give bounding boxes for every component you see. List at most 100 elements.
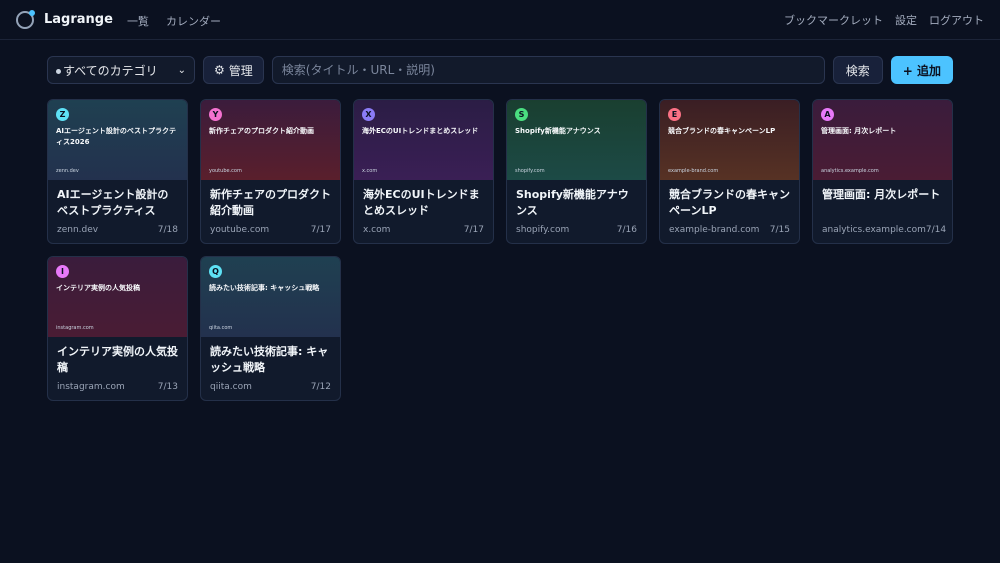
- bullet-icon: [56, 68, 61, 74]
- card-date: 7/15: [769, 225, 790, 235]
- nav-calendar-link[interactable]: カレンダー: [166, 15, 221, 28]
- user-nav: ブックマークレット 設定 ログアウト: [784, 12, 984, 28]
- logout-link[interactable]: ログアウト: [929, 12, 984, 28]
- card-body: 競合ブランドの春キャンペーンLP example-brand.com 7/15: [660, 180, 799, 242]
- card-body: 読みたい技術記事: キャッシュ戦略 qiita.com 7/12: [201, 337, 340, 399]
- card-body: AIエージェント設計のベストプラクティス2026 zenn.dev 7/18: [48, 180, 187, 242]
- card-date: 7/17: [310, 225, 331, 235]
- thumbnail-title: 競合ブランドの春キャンペーンLP: [668, 127, 776, 135]
- card-domain: x.com: [363, 225, 391, 235]
- card-title[interactable]: 競合ブランドの春キャンペーンLP: [669, 187, 790, 219]
- card-meta: youtube.com 7/17: [210, 225, 331, 235]
- bookmark-card[interactable]: I インテリア実例の人気投稿 instagram.com インテリア実例の人気投…: [47, 256, 188, 401]
- thumbnail-title: AIエージェント設計のベストプラクティス2026: [56, 127, 177, 146]
- card-thumbnail: I インテリア実例の人気投稿 instagram.com: [48, 257, 187, 337]
- card-date: 7/18: [157, 225, 178, 235]
- thumbnail-title: 読みたい技術記事: キャッシュ戦略: [209, 284, 320, 292]
- brand-name[interactable]: Lagrange: [44, 12, 113, 27]
- site-badge-icon: I: [56, 265, 69, 278]
- card-date: 7/14: [925, 225, 947, 235]
- card-meta: analytics.example.com 7/14: [822, 225, 947, 235]
- card-domain: example-brand.com: [669, 225, 760, 235]
- category-select[interactable]: すべてのカテゴリ ⌄: [47, 56, 195, 84]
- card-thumbnail: X 海外ECのUIトレンドまとめスレッド x.com: [354, 100, 493, 180]
- card-thumbnail: A 管理画面: 月次レポート analytics.example.com: [813, 100, 952, 180]
- site-badge-icon: E: [668, 108, 681, 121]
- card-title[interactable]: Shopify新機能アナウンス: [516, 187, 637, 219]
- thumbnail-domain: qiita.com: [209, 325, 233, 331]
- bookmark-card[interactable]: Z AIエージェント設計のベストプラクティス2026 zenn.dev AIエー…: [47, 99, 188, 244]
- card-domain: shopify.com: [516, 225, 570, 235]
- card-meta: zenn.dev 7/18: [57, 225, 178, 235]
- main-nav: 一覧 カレンダー: [127, 10, 233, 29]
- card-thumbnail: E 競合ブランドの春キャンペーンLP example-brand.com: [660, 100, 799, 180]
- manage-button[interactable]: ⚙ 管理: [203, 56, 264, 84]
- category-select-value: すべてのカテゴリ: [56, 62, 158, 79]
- top-navbar: Lagrange 一覧 カレンダー ブックマークレット 設定 ログアウト: [0, 0, 1000, 40]
- card-thumbnail: S Shopify新機能アナウンス shopify.com: [507, 100, 646, 180]
- bookmark-card[interactable]: A 管理画面: 月次レポート analytics.example.com 管理画…: [812, 99, 953, 244]
- card-domain: analytics.example.com: [822, 225, 926, 235]
- card-meta: example-brand.com 7/15: [669, 225, 790, 235]
- bookmark-card[interactable]: E 競合ブランドの春キャンペーンLP example-brand.com 競合ブ…: [659, 99, 800, 244]
- filter-toolbar: すべてのカテゴリ ⌄ ⚙ 管理 検索 + 追加: [47, 55, 953, 85]
- card-meta: instagram.com 7/13: [57, 382, 178, 392]
- card-date: 7/13: [157, 382, 178, 392]
- card-title[interactable]: 管理画面: 月次レポート: [822, 187, 943, 219]
- thumbnail-title: インテリア実例の人気投稿: [56, 284, 140, 292]
- bookmarklet-link[interactable]: ブックマークレット: [784, 12, 883, 28]
- gear-icon: ⚙: [214, 63, 225, 77]
- bookmark-card[interactable]: Q 読みたい技術記事: キャッシュ戦略 qiita.com 読みたい技術記事: …: [200, 256, 341, 401]
- thumbnail-domain: analytics.example.com: [821, 168, 879, 174]
- card-title[interactable]: AIエージェント設計のベストプラクティス2026: [57, 187, 178, 219]
- site-badge-icon: A: [821, 108, 834, 121]
- card-thumbnail: Z AIエージェント設計のベストプラクティス2026 zenn.dev: [48, 100, 187, 180]
- card-body: Shopify新機能アナウンス shopify.com 7/16: [507, 180, 646, 242]
- card-meta: qiita.com 7/12: [210, 382, 331, 392]
- card-thumbnail: Y 新作チェアのプロダクト紹介動画 youtube.com: [201, 100, 340, 180]
- card-meta: x.com 7/17: [363, 225, 484, 235]
- thumbnail-title: 海外ECのUIトレンドまとめスレッド: [362, 127, 479, 135]
- card-title[interactable]: 海外ECのUIトレンドまとめスレッド: [363, 187, 484, 219]
- card-title[interactable]: インテリア実例の人気投稿: [57, 344, 178, 376]
- card-body: 管理画面: 月次レポート analytics.example.com 7/14: [813, 180, 952, 242]
- add-button[interactable]: + 追加: [890, 56, 953, 84]
- card-title[interactable]: 読みたい技術記事: キャッシュ戦略: [210, 344, 331, 376]
- card-body: 海外ECのUIトレンドまとめスレッド x.com 7/17: [354, 180, 493, 242]
- card-date: 7/17: [463, 225, 484, 235]
- search-button[interactable]: 検索: [832, 56, 883, 84]
- manage-button-label: 管理: [228, 63, 253, 78]
- bookmark-card[interactable]: S Shopify新機能アナウンス shopify.com Shopify新機能…: [506, 99, 647, 244]
- site-badge-icon: Z: [56, 108, 69, 121]
- card-domain: zenn.dev: [57, 225, 99, 235]
- thumbnail-domain: shopify.com: [515, 168, 545, 174]
- thumbnail-title: 新作チェアのプロダクト紹介動画: [209, 127, 314, 135]
- card-meta: shopify.com 7/16: [516, 225, 637, 235]
- card-domain: qiita.com: [210, 382, 252, 392]
- site-badge-icon: Y: [209, 108, 222, 121]
- thumbnail-title: Shopify新機能アナウンス: [515, 127, 601, 135]
- bookmark-card[interactable]: Y 新作チェアのプロダクト紹介動画 youtube.com 新作チェアのプロダク…: [200, 99, 341, 244]
- thumbnail-domain: zenn.dev: [56, 168, 79, 174]
- thumbnail-domain: x.com: [362, 168, 378, 174]
- bookmark-grid: Z AIエージェント設計のベストプラクティス2026 zenn.dev AIエー…: [47, 99, 953, 401]
- nav-list-link[interactable]: 一覧: [127, 15, 149, 28]
- card-thumbnail: Q 読みたい技術記事: キャッシュ戦略 qiita.com: [201, 257, 340, 337]
- card-body: 新作チェアのプロダクト紹介動画 youtube.com 7/17: [201, 180, 340, 242]
- site-badge-icon: S: [515, 108, 528, 121]
- chevron-down-icon: ⌄: [177, 64, 186, 76]
- site-badge-icon: Q: [209, 265, 222, 278]
- bookmark-card[interactable]: X 海外ECのUIトレンドまとめスレッド x.com 海外ECのUIトレンドまと…: [353, 99, 494, 244]
- thumbnail-title: 管理画面: 月次レポート: [821, 127, 897, 135]
- card-domain: instagram.com: [57, 382, 125, 392]
- card-body: インテリア実例の人気投稿 instagram.com 7/13: [48, 337, 187, 399]
- card-date: 7/12: [310, 382, 331, 392]
- thumbnail-domain: example-brand.com: [668, 168, 719, 174]
- thumbnail-domain: instagram.com: [56, 325, 94, 331]
- card-title[interactable]: 新作チェアのプロダクト紹介動画: [210, 187, 331, 219]
- card-domain: youtube.com: [210, 225, 270, 235]
- search-input[interactable]: [271, 56, 825, 84]
- thumbnail-domain: youtube.com: [209, 168, 242, 174]
- site-badge-icon: X: [362, 108, 375, 121]
- settings-link[interactable]: 設定: [895, 12, 917, 28]
